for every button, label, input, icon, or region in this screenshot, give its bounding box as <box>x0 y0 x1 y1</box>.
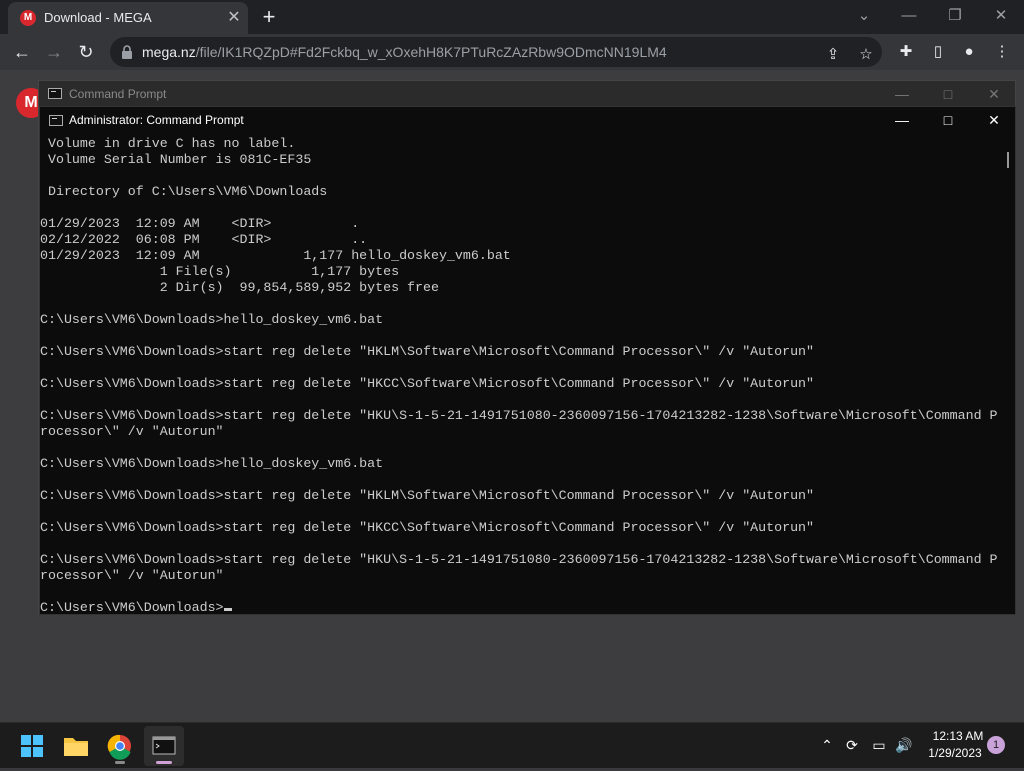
volume-icon[interactable]: 🔊 <box>894 735 914 755</box>
windows-start-icon <box>21 735 43 757</box>
file-explorer-button[interactable] <box>56 726 96 766</box>
minimize-button[interactable]: — <box>879 107 925 134</box>
tab-close-icon[interactable]: ✕ <box>224 8 244 28</box>
minimize-button[interactable]: — <box>879 81 925 108</box>
address-bar[interactable]: mega.nz/file/IK1RQZpD#Fd2Fckbq_w_xOxehH8… <box>110 37 882 67</box>
terminal-line: C:\Users\VM6\Downloads>hello_doskey_vm6.… <box>40 312 384 327</box>
menu-icon[interactable]: ⋮ <box>991 41 1013 63</box>
minimize-button[interactable]: — <box>891 4 927 28</box>
forward-button[interactable]: → <box>41 39 67 65</box>
terminal-line: 01/29/2023 12:09 AM <DIR> . <box>40 216 360 231</box>
back-button[interactable]: ← <box>9 39 35 65</box>
terminal-prompt-line: C:\Users\VM6\Downloads> <box>40 600 1005 614</box>
mega-favicon-icon: M <box>20 10 36 26</box>
terminal-line: Volume Serial Number is 081C-EF35 <box>40 152 312 167</box>
scrollbar[interactable] <box>1003 136 1013 614</box>
terminal-line: rocessor\" /v "Autorun" <box>40 424 224 439</box>
restore-button[interactable]: ❐ <box>937 4 973 28</box>
tab-search-icon[interactable]: ⌄ <box>846 4 882 28</box>
title-bar: Command Prompt — □ ✕ <box>39 81 1015 107</box>
extensions-icon[interactable]: ✚ <box>895 41 917 63</box>
terminal-line: C:\Users\VM6\Downloads>start reg delete … <box>40 344 815 359</box>
scrollbar-thumb[interactable] <box>1007 152 1009 168</box>
notification-badge[interactable]: 1 <box>987 736 1005 754</box>
window-title: Administrator: Command Prompt <box>69 113 244 127</box>
lock-icon <box>122 45 132 59</box>
text-cursor <box>223 608 232 611</box>
terminal-line: Directory of C:\Users\VM6\Downloads <box>40 184 328 199</box>
cmd-icon <box>49 115 63 126</box>
reload-button[interactable]: ↻ <box>73 39 99 65</box>
cmd-icon <box>48 88 62 99</box>
tab-download-mega[interactable]: M Download - MEGA ✕ <box>8 2 248 34</box>
terminal-line: C:\Users\VM6\Downloads>start reg delete … <box>40 408 998 423</box>
profile-icon[interactable]: ● <box>958 41 980 63</box>
browser-toolbar: ← → ↻ mega.nz/file/IK1RQZpD#Fd2Fckbq_w_x… <box>0 34 1024 70</box>
terminal-line: rocessor\" /v "Autorun" <box>40 568 224 583</box>
network-icon[interactable]: ▭ <box>869 735 889 755</box>
terminal-line: C:\Users\VM6\Downloads>start reg delete … <box>40 520 815 535</box>
tab-title: Download - MEGA <box>44 10 152 25</box>
url-text: mega.nz/file/IK1RQZpD#Fd2Fckbq_w_xOxehH8… <box>142 44 667 60</box>
terminal-icon <box>152 736 176 755</box>
terminal-output[interactable]: Volume in drive C has no label. Volume S… <box>40 136 1005 614</box>
running-indicator <box>115 761 125 764</box>
title-bar: Administrator: Command Prompt — □ ✕ <box>40 107 1015 134</box>
terminal-line: 02/12/2022 06:08 PM <DIR> .. <box>40 232 368 247</box>
terminal-line: Volume in drive C has no label. <box>40 136 296 151</box>
chrome-icon <box>107 734 131 760</box>
share-icon[interactable]: ⇪ <box>822 44 844 66</box>
sync-icon[interactable]: ⟳ <box>842 735 862 755</box>
terminal-line: C:\Users\VM6\Downloads>hello_doskey_vm6.… <box>40 456 384 471</box>
clock-date[interactable]: 1/29/2023 <box>922 746 988 760</box>
command-prompt-taskbar-button[interactable] <box>144 726 184 766</box>
bookmark-star-icon[interactable]: ☆ <box>855 44 877 66</box>
chrome-button[interactable] <box>100 726 140 766</box>
file-explorer-icon <box>64 738 88 756</box>
command-prompt-window[interactable]: Administrator: Command Prompt — □ ✕ Volu… <box>39 106 1016 615</box>
maximize-button[interactable]: □ <box>925 81 971 108</box>
terminal-line: 01/29/2023 12:09 AM 1,177 hello_doskey_v… <box>40 248 511 263</box>
side-panel-icon[interactable]: ▯ <box>927 41 949 63</box>
close-button[interactable]: ✕ <box>971 81 1017 108</box>
terminal-line: C:\Users\VM6\Downloads>start reg delete … <box>40 376 815 391</box>
taskbar: ⌃ ⟳ ▭ 🔊 12:13 AM 1/29/2023 1 <box>0 722 1024 768</box>
active-indicator <box>156 761 172 764</box>
close-button[interactable]: ✕ <box>971 107 1017 134</box>
window-title: Command Prompt <box>69 87 167 101</box>
url-path: /file/IK1RQZpD#Fd2Fckbq_w_xOxehH8K7PTuRc… <box>195 44 667 60</box>
terminal-line: C:\Users\VM6\Downloads>start reg delete … <box>40 488 815 503</box>
tab-strip: M Download - MEGA ✕ + ⌄ — ❐ ✕ <box>0 0 1024 34</box>
start-button[interactable] <box>12 726 52 766</box>
close-button[interactable]: ✕ <box>983 4 1019 28</box>
new-tab-button[interactable]: + <box>257 5 281 29</box>
clock-time[interactable]: 12:13 AM <box>928 729 988 743</box>
terminal-line: C:\Users\VM6\Downloads>start reg delete … <box>40 552 998 567</box>
terminal-line: 1 File(s) 1,177 bytes <box>40 264 400 279</box>
terminal-prompt: C:\Users\VM6\Downloads> <box>40 600 224 614</box>
maximize-button[interactable]: □ <box>925 107 971 134</box>
terminal-line: 2 Dir(s) 99,854,589,952 bytes free <box>40 280 439 295</box>
url-host: mega.nz <box>142 44 196 60</box>
show-hidden-icons-chevron-icon[interactable]: ⌃ <box>817 735 837 755</box>
